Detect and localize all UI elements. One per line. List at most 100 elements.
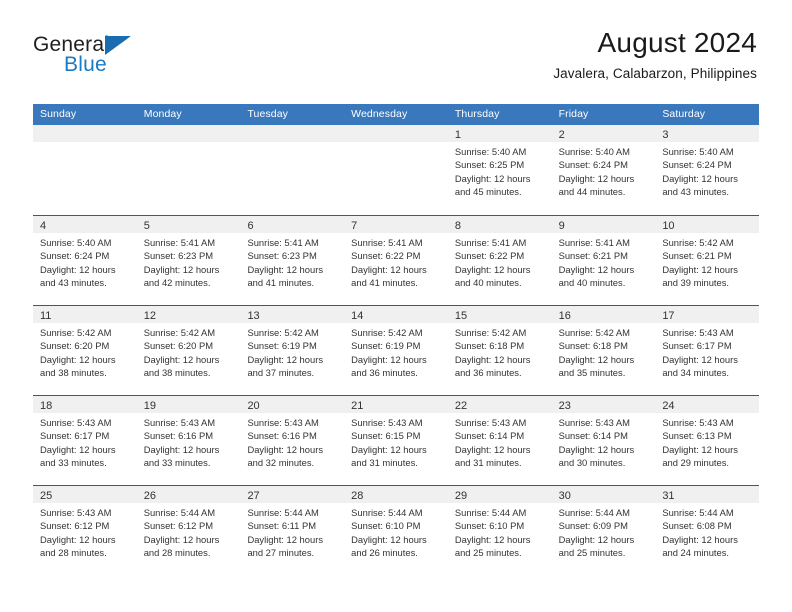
daylight-text-line1: Daylight: 12 hours (351, 263, 427, 275)
day-sun-info: Sunrise: 5:44 AM Sunset: 6:11 PM Daylight:… (240, 503, 344, 560)
calendar-day-cell[interactable]: 17 Sunrise: 5:43 AM Sunset: 6:17 PM Dayligh… (655, 306, 760, 395)
day-number-band: 12 (136, 306, 241, 323)
calendar-day-cell[interactable]: 15 Sunrise: 5:42 AM Sunset: 6:18 PM Dayligh… (447, 306, 552, 395)
calendar-day-cell[interactable]: 1 Sunrise: 5:40 AM Sunset: 6:25 PM Daylight… (447, 125, 552, 215)
sunset-text: Sunset: 6:23 PM (247, 250, 317, 262)
day-number: 20 (247, 400, 260, 412)
calendar-day-cell[interactable]: 6 Sunrise: 5:41 AM Sunset: 6:23 PM Daylight… (240, 216, 345, 305)
calendar-page: General Blue August 2024 Javalera, Calab… (0, 0, 792, 612)
day-number-band: 29 (447, 486, 552, 503)
calendar-day-cell[interactable]: 18 Sunrise: 5:43 AM Sunset: 6:17 PM Dayligh… (33, 396, 137, 485)
calendar-day-cell[interactable]: 16 Sunrise: 5:42 AM Sunset: 6:18 PM Dayligh… (551, 306, 656, 395)
calendar-day-cell[interactable]: 5 Sunrise: 5:41 AM Sunset: 6:23 PM Daylight… (136, 216, 241, 305)
calendar-day-cell[interactable]: 29 Sunrise: 5:44 AM Sunset: 6:10 PM Dayligh… (447, 486, 552, 575)
daylight-text-line2: and 41 minutes. (247, 277, 315, 289)
calendar-day-cell[interactable]: 10 Sunrise: 5:42 AM Sunset: 6:21 PM Dayligh… (655, 216, 760, 305)
sunset-text: Sunset: 6:19 PM (247, 340, 317, 352)
day-sun-info: Sunrise: 5:40 AM Sunset: 6:24 PM Daylight:… (552, 142, 656, 199)
calendar-day-cell[interactable]: 19 Sunrise: 5:43 AM Sunset: 6:16 PM Dayligh… (136, 396, 241, 485)
daylight-text-line1: Daylight: 12 hours (143, 263, 220, 275)
sunrise-text: Sunrise: 5:43 AM (454, 417, 527, 428)
daylight-text-line2: and 36 minutes. (454, 367, 522, 379)
sunset-text: Sunset: 6:14 PM (558, 430, 628, 442)
calendar-week-row: 25 Sunrise: 5:43 AM Sunset: 6:12 PM Dayligh… (33, 485, 760, 575)
day-number: 29 (454, 490, 468, 502)
sunrise-text: Sunrise: 5:41 AM (247, 237, 319, 248)
calendar-day-cell[interactable]: 9 Sunrise: 5:41 AM Sunset: 6:21 PM Daylight… (551, 216, 656, 305)
calendar-day-cell[interactable]: 24 Sunrise: 5:43 AM Sunset: 6:13 PM Dayligh… (655, 396, 760, 485)
calendar-day-cell[interactable]: 3 Sunrise: 5:40 AM Sunset: 6:24 PM Daylight… (655, 125, 760, 215)
daylight-text-line1: Daylight: 12 hours (351, 533, 427, 545)
sunrise-text: Sunrise: 5:42 AM (558, 327, 630, 338)
day-number-band: 13 (240, 306, 345, 323)
day-number: 12 (143, 310, 156, 322)
daylight-text-line1: Daylight: 12 hours (351, 353, 427, 365)
calendar-day-cell[interactable]: 31 Sunrise: 5:44 AM Sunset: 6:08 PM Dayligh… (655, 486, 760, 575)
day-number: 14 (351, 310, 364, 322)
daylight-text-line2: and 40 minutes. (558, 277, 626, 289)
day-number: 15 (454, 310, 468, 322)
calendar-day-cell[interactable]: 14 Sunrise: 5:42 AM Sunset: 6:19 PM Dayligh… (344, 306, 448, 395)
daylight-text-line2: and 36 minutes. (351, 367, 418, 379)
sunrise-text: Sunrise: 5:44 AM (351, 507, 423, 518)
calendar-day-cell[interactable]: 4 Sunrise: 5:40 AM Sunset: 6:24 PM Daylight… (33, 216, 137, 305)
day-number: 11 (40, 310, 52, 322)
daylight-text-line2: and 41 minutes. (351, 277, 418, 289)
daylight-text-line2: and 44 minutes. (558, 186, 626, 198)
calendar-day-cell[interactable]: 7 Sunrise: 5:41 AM Sunset: 6:22 PM Daylight… (344, 216, 448, 305)
daylight-text-line2: and 32 minutes. (247, 457, 315, 469)
sunset-text: Sunset: 6:18 PM (558, 340, 628, 352)
day-sun-info: Sunrise: 5:43 AM Sunset: 6:12 PM Daylight:… (33, 503, 137, 560)
daylight-text-line1: Daylight: 12 hours (662, 172, 738, 184)
sunset-text: Sunset: 6:23 PM (143, 250, 214, 262)
daylight-text-line1: Daylight: 12 hours (558, 172, 635, 184)
calendar-day-cell[interactable]: 27 Sunrise: 5:44 AM Sunset: 6:11 PM Dayligh… (240, 486, 345, 575)
day-number-band (344, 125, 448, 142)
sunrise-text: Sunrise: 5:43 AM (40, 417, 112, 428)
sunrise-text: Sunrise: 5:40 AM (40, 237, 112, 248)
calendar-day-cell[interactable]: 20 Sunrise: 5:43 AM Sunset: 6:16 PM Dayligh… (240, 396, 345, 485)
day-number-band: 28 (344, 486, 448, 503)
calendar-day-cell-empty (136, 125, 241, 215)
calendar-day-cell[interactable]: 8 Sunrise: 5:41 AM Sunset: 6:22 PM Daylight… (447, 216, 552, 305)
calendar-day-cell[interactable]: 30 Sunrise: 5:44 AM Sunset: 6:09 PM Dayligh… (551, 486, 656, 575)
daylight-text-line1: Daylight: 12 hours (558, 353, 635, 365)
calendar-day-cell[interactable]: 22 Sunrise: 5:43 AM Sunset: 6:14 PM Dayligh… (447, 396, 552, 485)
day-sun-info: Sunrise: 5:42 AM Sunset: 6:19 PM Daylight:… (344, 323, 448, 380)
page-title: August 2024 (597, 27, 757, 58)
day-sun-info: Sunrise: 5:42 AM Sunset: 6:20 PM Daylight:… (33, 323, 137, 380)
sunset-text: Sunset: 6:17 PM (40, 430, 110, 442)
daylight-text-line1: Daylight: 12 hours (454, 533, 531, 545)
calendar-day-cell[interactable]: 13 Sunrise: 5:42 AM Sunset: 6:19 PM Dayligh… (240, 306, 345, 395)
calendar-day-cell[interactable]: 2 Sunrise: 5:40 AM Sunset: 6:24 PM Daylight… (551, 125, 656, 215)
calendar-day-cell[interactable]: 21 Sunrise: 5:43 AM Sunset: 6:15 PM Dayligh… (344, 396, 448, 485)
calendar-day-cell[interactable]: 25 Sunrise: 5:43 AM Sunset: 6:12 PM Dayligh… (33, 486, 137, 575)
sunrise-text: Sunrise: 5:40 AM (454, 146, 527, 157)
calendar-day-cell[interactable]: 23 Sunrise: 5:43 AM Sunset: 6:14 PM Dayligh… (551, 396, 656, 485)
day-sun-info: Sunrise: 5:43 AM Sunset: 6:17 PM Daylight:… (655, 323, 759, 380)
daylight-text-line1: Daylight: 12 hours (351, 443, 427, 455)
day-sun-info: Sunrise: 5:42 AM Sunset: 6:19 PM Daylight:… (240, 323, 344, 380)
day-number: 27 (247, 490, 260, 502)
day-number-band: 27 (240, 486, 345, 503)
generalblue-logo[interactable]: General Blue (33, 33, 213, 81)
daylight-text-line2: and 34 minutes. (662, 367, 730, 379)
calendar-grid: Sunday Monday Tuesday Wednesday Thursday… (33, 104, 760, 575)
calendar-day-cell[interactable]: 28 Sunrise: 5:44 AM Sunset: 6:10 PM Dayligh… (344, 486, 448, 575)
calendar-day-cell[interactable]: 26 Sunrise: 5:44 AM Sunset: 6:12 PM Dayligh… (136, 486, 241, 575)
calendar-day-cell-empty (240, 125, 345, 215)
calendar-day-cell[interactable]: 12 Sunrise: 5:42 AM Sunset: 6:20 PM Dayligh… (136, 306, 241, 395)
calendar-day-cell-empty (344, 125, 448, 215)
day-number: 8 (454, 220, 461, 232)
day-sun-info: Sunrise: 5:44 AM Sunset: 6:10 PM Daylight:… (344, 503, 448, 560)
daylight-text-line1: Daylight: 12 hours (40, 533, 116, 545)
daylight-text-line2: and 31 minutes. (351, 457, 418, 469)
triangle-icon (105, 36, 131, 55)
sunset-text: Sunset: 6:22 PM (454, 250, 525, 262)
sunrise-text: Sunrise: 5:40 AM (558, 146, 630, 157)
daylight-text-line1: Daylight: 12 hours (454, 353, 531, 365)
sunset-text: Sunset: 6:25 PM (454, 159, 525, 171)
daylight-text-line2: and 27 minutes. (247, 547, 315, 559)
daylight-text-line2: and 31 minutes. (454, 457, 522, 469)
calendar-day-cell[interactable]: 11 Sunrise: 5:42 AM Sunset: 6:20 PM Dayligh… (33, 306, 137, 395)
